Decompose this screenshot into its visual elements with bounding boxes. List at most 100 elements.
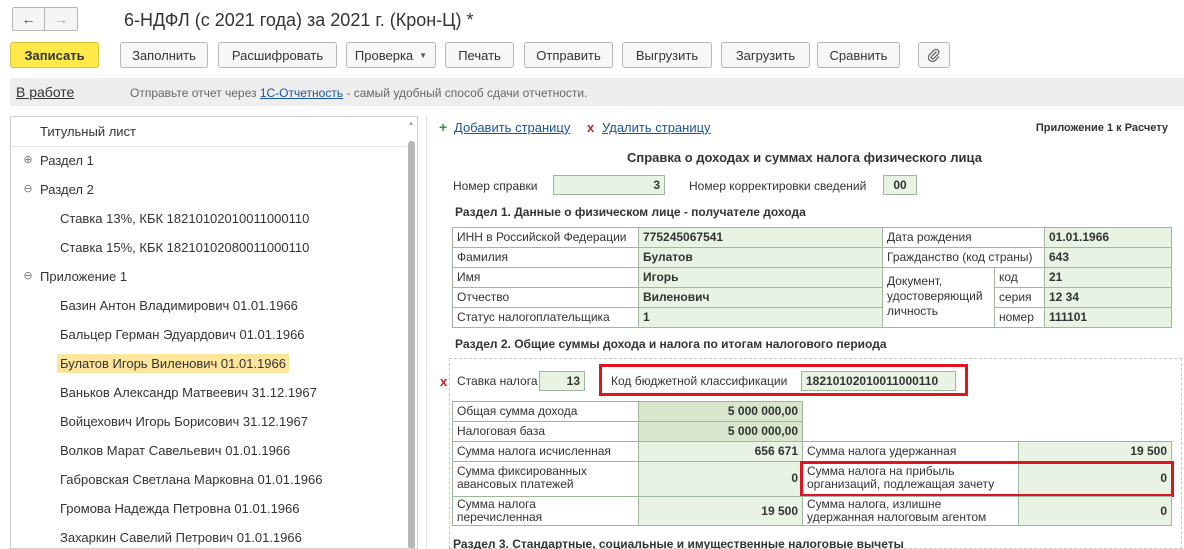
compare-button[interactable]: Сравнить [817, 42, 900, 68]
arrow-right-icon: → [54, 11, 68, 27]
nav-buttons: ← → [12, 7, 78, 31]
section1-title: Раздел 1. Данные о физическом лице - пол… [455, 205, 806, 219]
doc-code-field[interactable]: 21 [1044, 267, 1172, 288]
fill-button[interactable]: Заполнить [120, 42, 208, 68]
rate-field[interactable]: 13 [539, 371, 585, 391]
print-button[interactable]: Печать [445, 42, 514, 68]
sections-tree: Титульный лист ⊕ Раздел 1 ⊖ Раздел 2 Ставка 1… [10, 116, 418, 549]
tax-calc-label: Сумма налога исчисленная [452, 441, 639, 462]
correction-field[interactable]: 00 [883, 175, 917, 195]
tree-item-label: Раздел 1 [40, 153, 94, 168]
status-field[interactable]: 1 [638, 307, 883, 328]
collapse-icon[interactable]: ⊖ [22, 269, 34, 282]
tree-item-label: Приложение 1 [40, 269, 128, 284]
expand-icon[interactable]: ⊕ [22, 153, 34, 166]
doc-series-label: серия [994, 287, 1045, 308]
tree-item[interactable]: ⊖ Раздел 2 [11, 175, 407, 203]
status-label: Статус налогоплательщика [452, 307, 639, 328]
state-link[interactable]: В работе [16, 84, 74, 100]
check-label: Проверка [354, 47, 414, 63]
report-heading: Справка о доходах и суммах налога физиче… [627, 150, 982, 165]
rate-label: Ставка налога [457, 374, 538, 388]
excess-field[interactable]: 0 [1018, 496, 1172, 526]
export-button[interactable]: Выгрузить [622, 42, 712, 68]
tree-item[interactable]: Громова Надежда Петровна 01.01.1966 [11, 494, 407, 522]
tree-item[interactable]: Волков Марат Савельевич 01.01.1966 [11, 436, 407, 464]
delete-icon: x [587, 120, 595, 135]
paperclip-icon [927, 48, 940, 62]
arrow-left-icon: ← [21, 11, 36, 27]
inn-field[interactable]: 775245067541 [638, 227, 883, 248]
decode-button[interactable]: Расшифровать [218, 42, 337, 68]
scroll-up-icon[interactable]: ▲ [408, 121, 414, 127]
doc-label-line1: Документ, [887, 274, 943, 288]
tree-item[interactable]: Ставка 15%, КБК 18210102080011000110 [11, 233, 407, 261]
report-form: + Добавить страницу x Удалить страницу П… [426, 116, 1184, 549]
scroll-thumb[interactable] [408, 141, 415, 548]
surname-label: Фамилия [452, 247, 639, 268]
tree-item[interactable]: Титульный лист [11, 117, 407, 145]
caret-down-icon: ▼ [419, 50, 428, 60]
tree-item[interactable]: Захаркин Савелий Петрович 01.01.1966 [11, 523, 407, 548]
1c-reporting-link[interactable]: 1С-Отчетность [260, 86, 343, 100]
patronymic-field[interactable]: Виленович [638, 287, 883, 308]
check-dropdown-button[interactable]: Проверка ▼ [346, 42, 436, 68]
total-income-label: Общая сумма дохода [452, 401, 639, 422]
section2-title: Раздел 2. Общие суммы дохода и налога по… [455, 337, 887, 351]
doc-series-field[interactable]: 12 34 [1044, 287, 1172, 308]
document-label: Документ, удостоверяющий личность [882, 267, 995, 328]
info-message: Отправьте отчет через 1С-Отчетность - са… [130, 86, 587, 100]
citizenship-field[interactable]: 643 [1044, 247, 1172, 268]
transferred-label: Сумма налога перечисленная [452, 496, 639, 526]
tree-item[interactable]: ⊕ Раздел 1 [11, 146, 407, 174]
appendix-label: Приложение 1 к Расчету [1035, 122, 1168, 134]
tree-item[interactable]: Базин Антон Владимирович 01.01.1966 [11, 291, 407, 319]
tree-item-label: Ставка 13%, КБК 18210102010011000110 [60, 211, 310, 226]
excess-label: Сумма налога, излишне удержанная налогов… [802, 496, 1019, 526]
add-icon: + [439, 119, 448, 135]
transferred-field[interactable]: 19 500 [638, 496, 803, 526]
cert-number-field[interactable]: 3 [553, 175, 665, 195]
delete-page-link[interactable]: Удалить страницу [602, 120, 711, 135]
tree-item[interactable]: Ставка 13%, КБК 18210102010011000110 [11, 204, 407, 232]
correction-label: Номер корректировки сведений [689, 179, 867, 193]
transferred-line2: перечисленная [457, 510, 543, 524]
kbk-highlight [599, 364, 968, 396]
collapse-icon[interactable]: ⊖ [22, 182, 34, 195]
window-title: 6-НДФЛ (с 2021 года) за 2021 г. (Крон-Ц)… [124, 10, 474, 30]
doc-code-label: код [994, 267, 1045, 288]
total-income-field[interactable]: 5 000 000,00 [638, 401, 803, 422]
tree-item[interactable]: ⊖ Приложение 1 [11, 262, 407, 290]
doc-number-field[interactable]: 111101 [1044, 307, 1172, 328]
birth-label: Дата рождения [882, 227, 1045, 248]
doc-number-label: номер [994, 307, 1045, 328]
save-button[interactable]: Записать [10, 42, 99, 68]
inn-label: ИНН в Российской Федерации [452, 227, 639, 248]
doc-label-line2: удостоверяющий [887, 289, 983, 303]
birth-field[interactable]: 01.01.1966 [1044, 227, 1172, 248]
tree-item-label: Бальцер Герман Эдуардович 01.01.1966 [60, 327, 305, 342]
tax-withheld-field[interactable]: 19 500 [1018, 441, 1172, 462]
fixed-adv-field[interactable]: 0 [638, 461, 803, 497]
tax-base-field[interactable]: 5 000 000,00 [638, 421, 803, 442]
tree-item[interactable]: Ваньков Александр Матвеевич 31.12.1967 [11, 378, 407, 406]
cert-number-label: Номер справки [453, 179, 538, 193]
back-button[interactable]: ← [12, 7, 45, 31]
surname-field[interactable]: Булатов [638, 247, 883, 268]
delete-rate-icon[interactable]: x [440, 374, 447, 389]
name-field[interactable]: Игорь [638, 267, 883, 288]
tree-scrollbar[interactable]: ▲ [407, 119, 415, 548]
tree-item[interactable]: Войцехович Игорь Борисович 31.12.1967 [11, 407, 407, 435]
send-button[interactable]: Отправить [524, 42, 613, 68]
section3-title: Раздел 3. Стандартные, социальные и имущ… [453, 537, 904, 549]
info-suffix: - самый удобный способ сдачи отчетности. [343, 86, 588, 100]
add-page-link[interactable]: Добавить страницу [454, 120, 570, 135]
import-button[interactable]: Загрузить [721, 42, 810, 68]
forward-button[interactable]: → [45, 7, 78, 31]
tree-item[interactable]: Бальцер Герман Эдуардович 01.01.1966 [11, 320, 407, 348]
tax-calc-field[interactable]: 656 671 [638, 441, 803, 462]
tree-item[interactable]: Булатов Игорь Виленович 01.01.1966 [11, 349, 407, 377]
attach-button[interactable] [918, 42, 950, 68]
tree-item[interactable]: Габровская Светлана Марковна 01.01.1966 [11, 465, 407, 493]
citizenship-label: Гражданство (код страны) [882, 247, 1045, 268]
